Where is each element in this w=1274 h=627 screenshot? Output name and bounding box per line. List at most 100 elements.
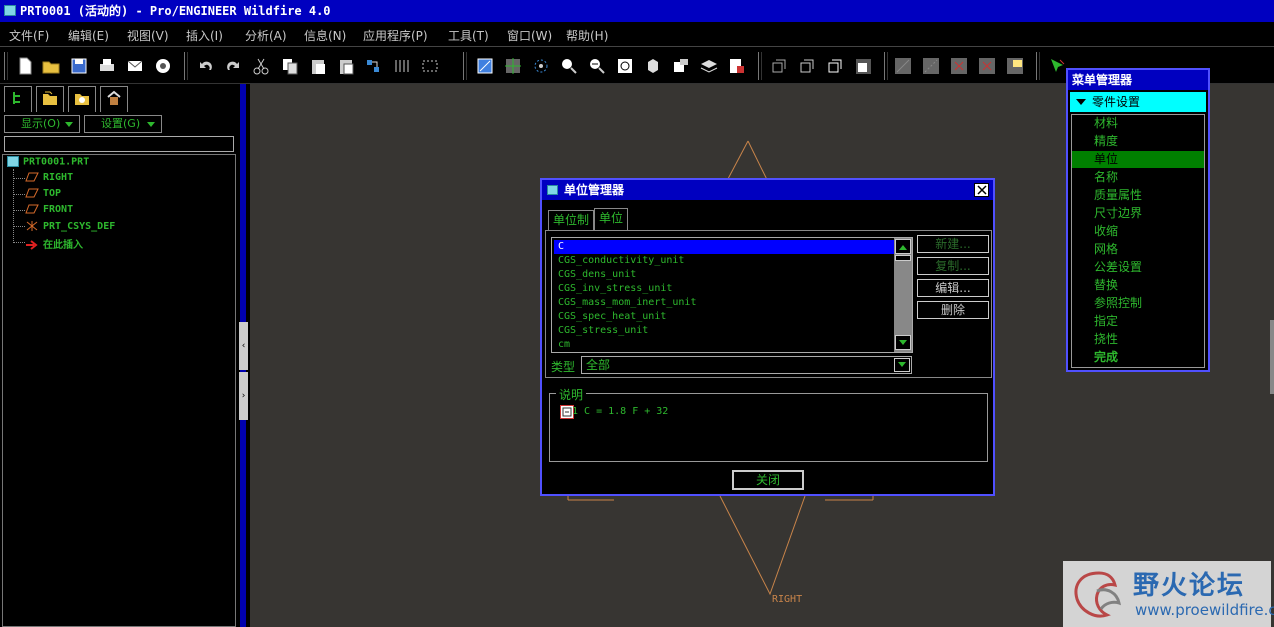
tab-unit-systems[interactable]: 单位制	[548, 210, 595, 230]
paste-icon[interactable]	[307, 55, 329, 77]
menu-manager-header[interactable]: 零件设置	[1070, 92, 1206, 112]
menu-manager-item[interactable]: 指定	[1072, 313, 1204, 330]
send-mail-icon[interactable]	[124, 55, 146, 77]
collapse-left-icon[interactable]: ‹	[239, 322, 248, 370]
tab-connections[interactable]	[100, 86, 128, 112]
unit-list-item[interactable]: cm	[554, 338, 894, 352]
delete-unit-button[interactable]: 删除	[917, 301, 989, 319]
select-box-icon[interactable]	[419, 55, 441, 77]
tree-item-top[interactable]: TOP	[25, 188, 61, 199]
tree-item-csys[interactable]: PRT_CSYS_DEF	[25, 220, 115, 232]
datum-axes-toggle-icon[interactable]	[920, 55, 942, 77]
menu-manager-item[interactable]: 尺寸边界	[1072, 205, 1204, 222]
scroll-thumb[interactable]	[895, 255, 911, 261]
hidden-line-icon[interactable]	[796, 55, 818, 77]
wireframe-icon[interactable]	[768, 55, 790, 77]
menu-tools[interactable]: 工具(T)	[448, 27, 489, 44]
refit-icon[interactable]	[614, 55, 636, 77]
close-button[interactable]: 关闭	[732, 470, 804, 490]
menu-manager-item[interactable]: 完成	[1072, 349, 1204, 366]
close-icon[interactable]	[974, 183, 989, 197]
unit-list-item[interactable]: C	[554, 240, 894, 254]
menu-manager-item[interactable]: 材料	[1072, 115, 1204, 132]
menu-manager-item[interactable]: 质量属性	[1072, 187, 1204, 204]
tab-favorites[interactable]	[68, 86, 96, 112]
new-file-icon[interactable]	[14, 55, 36, 77]
open-folder-icon[interactable]	[40, 55, 62, 77]
unit-list-item[interactable]: CGS_stress_unit	[554, 324, 894, 338]
tree-search-input[interactable]	[4, 136, 234, 152]
panel-splitter[interactable]: ‹ ›	[238, 84, 250, 627]
unit-list-scrollbar[interactable]	[894, 238, 912, 352]
tab-folder-browser[interactable]	[36, 86, 64, 112]
tree-item-right[interactable]: RIGHT	[25, 172, 73, 183]
menu-insert[interactable]: 插入(I)	[186, 27, 223, 44]
unit-list[interactable]: C CGS_conductivity_unit CGS_dens_unit CGS_i…	[551, 237, 913, 353]
menu-manager-item[interactable]: 公差设置	[1072, 259, 1204, 276]
datum-display-icon[interactable]	[502, 55, 524, 77]
type-select[interactable]: 全部	[581, 356, 912, 374]
menu-view[interactable]: 视图(V)	[127, 27, 169, 44]
sketch-icon[interactable]	[474, 55, 496, 77]
scroll-up-icon[interactable]	[895, 239, 911, 254]
menu-manager-item[interactable]: 单位	[1072, 151, 1204, 168]
undo-icon[interactable]	[195, 55, 217, 77]
unit-list-item[interactable]: CGS_dens_unit	[554, 268, 894, 282]
paste-special-icon[interactable]	[335, 55, 357, 77]
print-icon[interactable]	[96, 55, 118, 77]
csys-toggle-icon[interactable]	[976, 55, 998, 77]
chevron-down-icon[interactable]	[894, 358, 910, 372]
datum-planes-toggle-icon[interactable]	[892, 55, 914, 77]
tree-item-part[interactable]: PRT0001.PRT	[7, 156, 89, 168]
menu-analysis[interactable]: 分析(A)	[245, 27, 287, 44]
reorient-icon[interactable]	[642, 55, 664, 77]
tab-model-tree[interactable]	[4, 86, 32, 112]
cut-icon[interactable]	[250, 55, 272, 77]
view-manager-icon[interactable]	[726, 55, 748, 77]
new-unit-button[interactable]: 新建...	[917, 235, 989, 253]
menu-edit[interactable]: 编辑(E)	[68, 27, 109, 44]
settings-dropdown[interactable]: 设置(G)	[84, 115, 162, 133]
menu-manager-item[interactable]: 参照控制	[1072, 295, 1204, 312]
menu-manager-item[interactable]: 名称	[1072, 169, 1204, 186]
menu-manager-item[interactable]: 挠性	[1072, 331, 1204, 348]
redo-icon[interactable]	[222, 55, 244, 77]
layers-icon[interactable]	[698, 55, 720, 77]
tab-units[interactable]: 单位	[594, 208, 629, 230]
copy-unit-button[interactable]: 复制...	[917, 257, 989, 275]
menu-applications[interactable]: 应用程序(P)	[363, 27, 428, 44]
zoom-in-icon[interactable]	[558, 55, 580, 77]
unit-list-item[interactable]: CGS_spec_heat_unit	[554, 310, 894, 324]
zoom-out-icon[interactable]	[586, 55, 608, 77]
menu-window[interactable]: 窗口(W)	[507, 27, 552, 44]
tree-item-front[interactable]: FRONT	[25, 204, 73, 215]
regenerate-icon[interactable]	[362, 55, 384, 77]
edit-unit-button[interactable]: 编辑...	[917, 279, 989, 297]
copy-icon[interactable]	[279, 55, 301, 77]
tree-item-insert-here[interactable]: 在此插入	[25, 236, 83, 251]
menu-manager-item[interactable]: 收缩	[1072, 223, 1204, 240]
shading-icon[interactable]	[852, 55, 874, 77]
menu-help[interactable]: 帮助(H)	[566, 27, 608, 44]
datum-points-toggle-icon[interactable]	[948, 55, 970, 77]
unit-list-item[interactable]: CGS_inv_stress_unit	[554, 282, 894, 296]
spin-center-icon[interactable]	[530, 55, 552, 77]
unit-list-item[interactable]: CGS_conductivity_unit	[554, 254, 894, 268]
menu-file[interactable]: 文件(F)	[9, 27, 49, 44]
scroll-down-icon[interactable]	[895, 335, 911, 350]
right-edge-handle[interactable]	[1270, 320, 1274, 394]
menu-manager-item[interactable]: 替换	[1072, 277, 1204, 294]
no-hidden-icon[interactable]	[824, 55, 846, 77]
saved-views-icon[interactable]	[670, 55, 692, 77]
annotation-toggle-icon[interactable]	[1004, 55, 1026, 77]
mail-link-icon[interactable]	[152, 55, 174, 77]
find-icon[interactable]	[391, 55, 413, 77]
menu-manager-item[interactable]: 精度	[1072, 133, 1204, 150]
context-help-icon[interactable]	[1046, 55, 1068, 77]
show-dropdown[interactable]: 显示(O)	[4, 115, 80, 133]
unit-list-item[interactable]: CGS_mass_mom_inert_unit	[554, 296, 894, 310]
expand-right-icon[interactable]: ›	[239, 372, 248, 420]
menu-info[interactable]: 信息(N)	[304, 27, 346, 44]
menu-manager-item[interactable]: 网格	[1072, 241, 1204, 258]
save-icon[interactable]	[68, 55, 90, 77]
